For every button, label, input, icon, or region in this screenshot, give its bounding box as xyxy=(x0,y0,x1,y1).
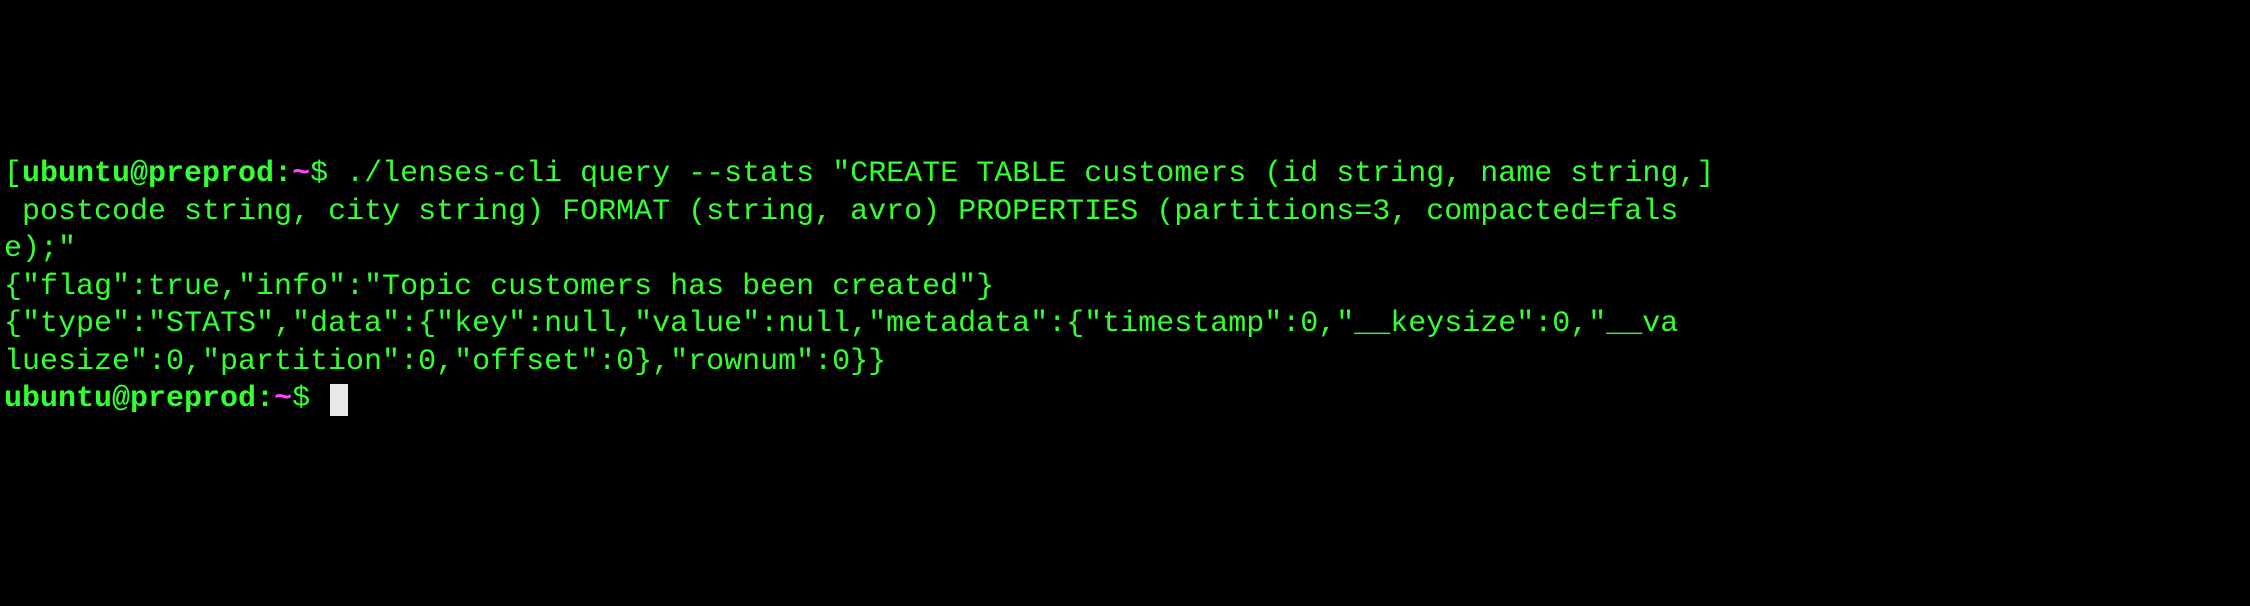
prompt-path: ~ xyxy=(292,157,310,191)
terminal-line-6: luesize":0,"partition":0,"offset":0},"ro… xyxy=(4,344,2246,382)
terminal-line-1: [ubuntu@preprod:~$ ./lenses-cli query --… xyxy=(4,156,2246,194)
prompt-bracket-open: [ xyxy=(4,157,22,191)
output-text-2: {"type":"STATS","data":{"key":null,"valu… xyxy=(4,307,1678,341)
output-text-3: luesize":0,"partition":0,"offset":0},"ro… xyxy=(4,345,886,379)
terminal-line-5: {"type":"STATS","data":{"key":null,"valu… xyxy=(4,306,2246,344)
prompt-user-host-2: ubuntu@preprod xyxy=(4,382,256,416)
terminal-line-7[interactable]: ubuntu@preprod:~$ xyxy=(4,381,2246,419)
command-text-2: postcode string, city string) FORMAT (st… xyxy=(4,195,1678,229)
prompt-dollar: $ xyxy=(310,157,328,191)
command-text-3: e);" xyxy=(4,232,76,266)
terminal-line-4: {"flag":true,"info":"Topic customers has… xyxy=(4,269,2246,307)
terminal-line-2: postcode string, city string) FORMAT (st… xyxy=(4,194,2246,232)
command-text-1: ./lenses-cli query --stats "CREATE TABLE… xyxy=(328,157,1696,191)
terminal-line-3: e);" xyxy=(4,231,2246,269)
prompt-colon: : xyxy=(274,157,292,191)
output-text-1: {"flag":true,"info":"Topic customers has… xyxy=(4,270,994,304)
prompt-colon-2: : xyxy=(256,382,274,416)
prompt-dollar-2: $ xyxy=(292,382,310,416)
prompt-user-host: ubuntu@preprod xyxy=(22,157,274,191)
cursor[interactable] xyxy=(330,384,348,416)
prompt-path-2: ~ xyxy=(274,382,292,416)
prompt-bracket-close: ] xyxy=(1696,157,1714,191)
